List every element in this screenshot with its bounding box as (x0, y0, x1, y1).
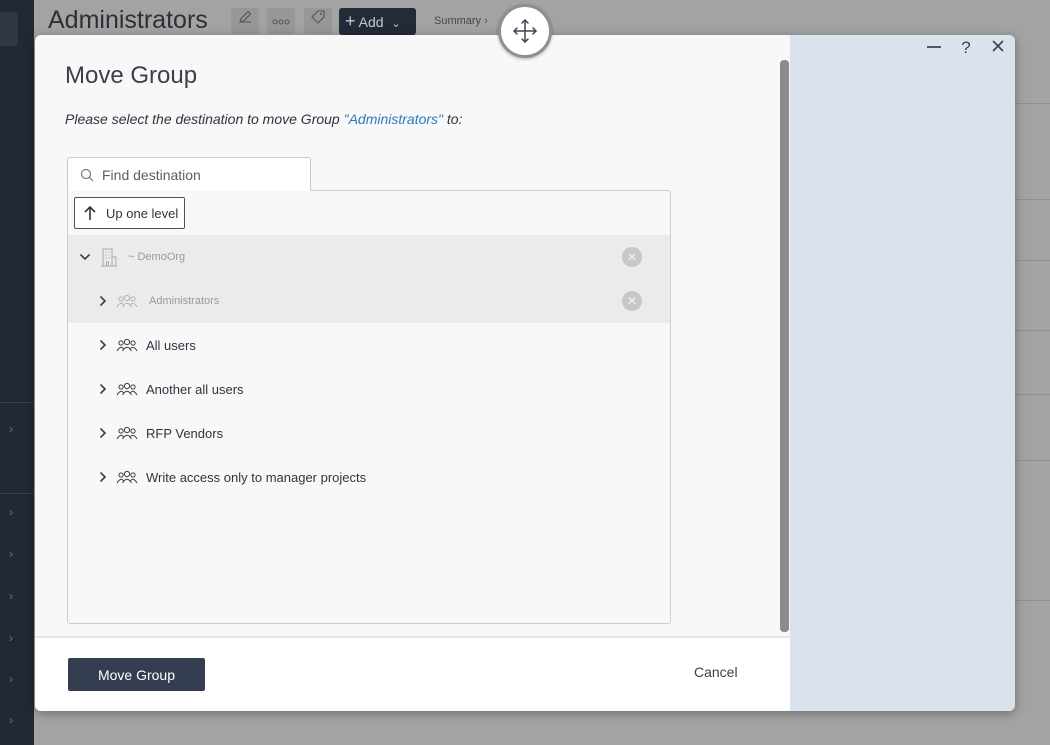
sidebar-divider (0, 402, 34, 403)
sidebar-chevron-icon: › (9, 672, 13, 686)
sidebar-chevron-icon: › (9, 422, 13, 436)
more-options-icon (267, 8, 295, 34)
sidebar-divider (0, 493, 34, 494)
sidebar-chevron-icon: › (9, 547, 13, 561)
sidebar-chevron-icon: › (9, 505, 13, 519)
tree-item-label: Administrators (149, 295, 220, 307)
group-icon (116, 470, 138, 484)
move-group-dialog: ? Move Group Please select the destinati… (35, 35, 1015, 711)
tree-row-another-all-users[interactable]: Another all users (68, 367, 670, 411)
tree-row-administrators: Administrators ✕ (68, 279, 670, 323)
group-icon (116, 426, 138, 440)
search-field[interactable] (67, 157, 311, 191)
bg-divider (1014, 103, 1050, 104)
bg-divider (1014, 330, 1050, 331)
chevron-right-icon[interactable] (96, 382, 110, 396)
arrow-up-icon (84, 205, 96, 220)
destination-tree: Up one level ~ DemoOrg ✕ Administrators … (67, 190, 671, 624)
tag-icon (304, 8, 332, 34)
move-arrows-icon (513, 19, 537, 43)
minimize-icon[interactable] (925, 39, 943, 57)
breadcrumb-summary: Summary (434, 15, 482, 27)
dialog-footer: Move Group Cancel (35, 636, 790, 711)
dialog-title: Move Group (65, 62, 198, 89)
search-input[interactable] (102, 166, 302, 183)
group-name-link[interactable]: "Administrators" (344, 111, 443, 127)
sidebar-chevron-icon: › (9, 631, 13, 645)
tree-row-rfp-vendors[interactable]: RFP Vendors (68, 411, 670, 455)
chevron-down-icon: ⌄ (391, 18, 401, 30)
close-icon[interactable] (989, 39, 1007, 57)
sidebar-tab (0, 12, 18, 46)
breadcrumb: Summary › (434, 15, 488, 27)
tree-row-write-access[interactable]: Write access only to manager projects (68, 455, 670, 499)
tree-item-label: Write access only to manager projects (146, 469, 367, 485)
group-icon (116, 382, 138, 396)
tree-item-label: Another all users (146, 381, 244, 397)
app-sidebar: › › › › › › › (0, 0, 34, 745)
description-prefix: Please select the destination to move Gr… (65, 111, 344, 127)
up-one-level-label: Up one level (106, 205, 179, 221)
chevron-down-icon[interactable] (78, 250, 92, 264)
help-icon[interactable]: ? (957, 39, 975, 57)
dialog-description: Please select the destination to move Gr… (65, 111, 463, 127)
move-group-button[interactable]: Move Group (68, 658, 205, 691)
chevron-right-icon[interactable] (96, 470, 110, 484)
tree-row-root: ~ DemoOrg ✕ (68, 235, 670, 279)
clear-icon[interactable]: ✕ (622, 247, 642, 267)
add-button: + Add ⌄ (339, 8, 416, 35)
bg-divider (1014, 460, 1050, 461)
move-handle[interactable] (498, 4, 552, 58)
tree-item-label: ~ DemoOrg (128, 251, 186, 263)
group-icon (116, 338, 138, 352)
bg-divider (1014, 199, 1050, 200)
side-panel: ? (790, 35, 1015, 711)
tree-item-label: RFP Vendors (146, 425, 224, 441)
dialog-scrollbar[interactable] (780, 60, 789, 632)
chevron-right-icon[interactable] (96, 294, 110, 308)
clear-icon[interactable]: ✕ (622, 291, 642, 311)
page-title: Administrators (48, 6, 208, 34)
bg-divider (1014, 600, 1050, 601)
bg-divider (1014, 260, 1050, 261)
search-icon (80, 168, 94, 181)
bg-divider (1014, 394, 1050, 395)
plus-icon: + (345, 11, 356, 31)
tree-row-all-users[interactable]: All users (68, 323, 670, 367)
window-controls: ? (925, 39, 1007, 57)
edit-icon (231, 8, 259, 34)
chevron-right-icon[interactable] (96, 426, 110, 440)
chevron-right-icon[interactable] (96, 338, 110, 352)
cancel-button[interactable]: Cancel (694, 664, 738, 680)
scrollbar-thumb[interactable] (780, 60, 789, 632)
add-label: Add (358, 14, 384, 30)
description-suffix: to: (443, 111, 463, 127)
tree-item-label: All users (146, 337, 196, 353)
group-icon (116, 294, 138, 308)
sidebar-chevron-icon: › (9, 589, 13, 603)
up-one-level-button[interactable]: Up one level (74, 197, 185, 229)
building-icon (101, 248, 117, 267)
sidebar-chevron-icon: › (9, 713, 13, 727)
